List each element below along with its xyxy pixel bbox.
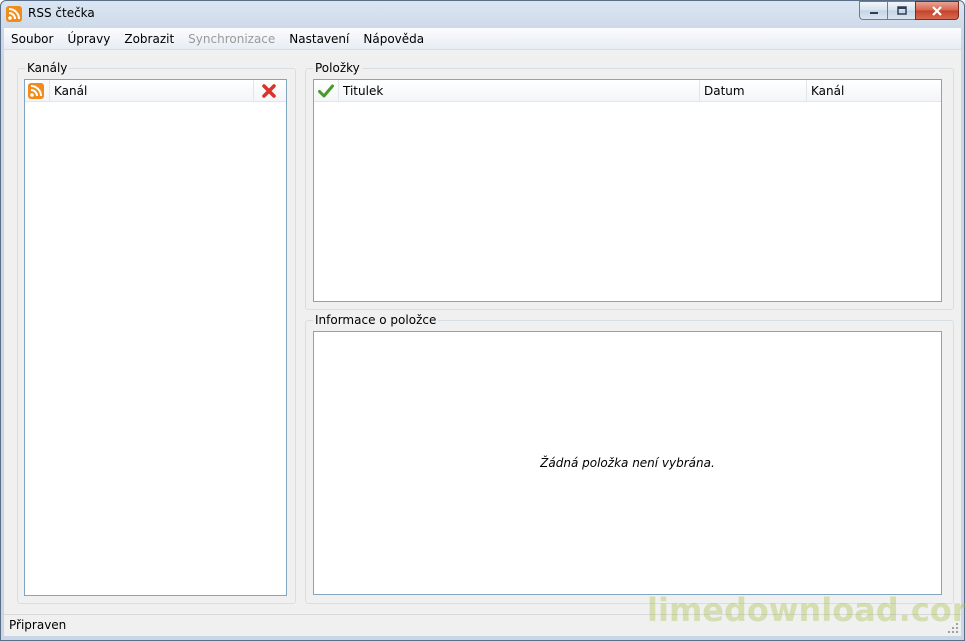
items-column-datum[interactable]: Datum [700, 80, 807, 102]
detail-group-label: Informace o položce [313, 312, 439, 328]
channels-list[interactable]: Kanál [24, 79, 287, 596]
maximize-icon [896, 6, 907, 15]
channels-column-kanal[interactable]: Kanál [50, 80, 254, 102]
menu-bar: Soubor Úpravy Zobrazit Synchronizace Nas… [4, 28, 961, 50]
caption-buttons [859, 1, 959, 20]
items-group-label: Položky [313, 60, 362, 76]
items-group: Položky Titulek Datum Kanál [305, 60, 954, 310]
menu-nastaveni[interactable]: Nastavení [282, 28, 356, 50]
items-header: Titulek Datum Kanál [314, 80, 941, 102]
detail-panel[interactable]: Žádná položka není vybrána. [313, 331, 942, 595]
menu-synchronizace: Synchronizace [188, 31, 276, 46]
minimize-icon [869, 11, 878, 14]
menu-upravy[interactable]: Úpravy [60, 28, 117, 50]
rss-icon [6, 6, 22, 22]
channels-icon-column[interactable] [25, 80, 50, 102]
channels-group-label: Kanály [25, 60, 70, 76]
watermark: limedownload.com [647, 591, 965, 629]
items-column-titulek[interactable]: Titulek [339, 80, 700, 102]
app-window: RSS čtečka Soubor Úpravy Zobrazit Synchr… [0, 0, 965, 641]
items-column-read[interactable] [314, 80, 339, 102]
channels-header: Kanál [25, 80, 286, 102]
client-area: Soubor Úpravy Zobrazit Synchronizace Nas… [4, 28, 961, 636]
minimize-button[interactable] [859, 1, 887, 20]
rss-icon [28, 83, 44, 99]
window-title: RSS čtečka [28, 6, 95, 20]
title-bar[interactable]: RSS čtečka [1, 1, 964, 27]
close-icon [932, 5, 942, 16]
menu-napoveda[interactable]: Nápověda [356, 28, 431, 50]
close-button[interactable] [915, 1, 959, 20]
empty-selection-message: Žádná položka není vybrána. [540, 456, 715, 470]
delete-icon [262, 84, 276, 98]
detail-group: Informace o položce Žádná položka není v… [305, 312, 954, 604]
menu-soubor[interactable]: Soubor [4, 28, 60, 50]
channels-group: Kanály Kanál [17, 60, 296, 604]
items-column-kanal[interactable]: Kanál [807, 80, 941, 102]
items-list[interactable]: Titulek Datum Kanál [313, 79, 942, 302]
status-text: Připraven [9, 618, 67, 632]
menu-zobrazit[interactable]: Zobrazit [117, 28, 181, 50]
checkmark-icon [318, 84, 334, 98]
delete-channel-button[interactable] [254, 80, 286, 102]
maximize-button[interactable] [887, 1, 915, 20]
